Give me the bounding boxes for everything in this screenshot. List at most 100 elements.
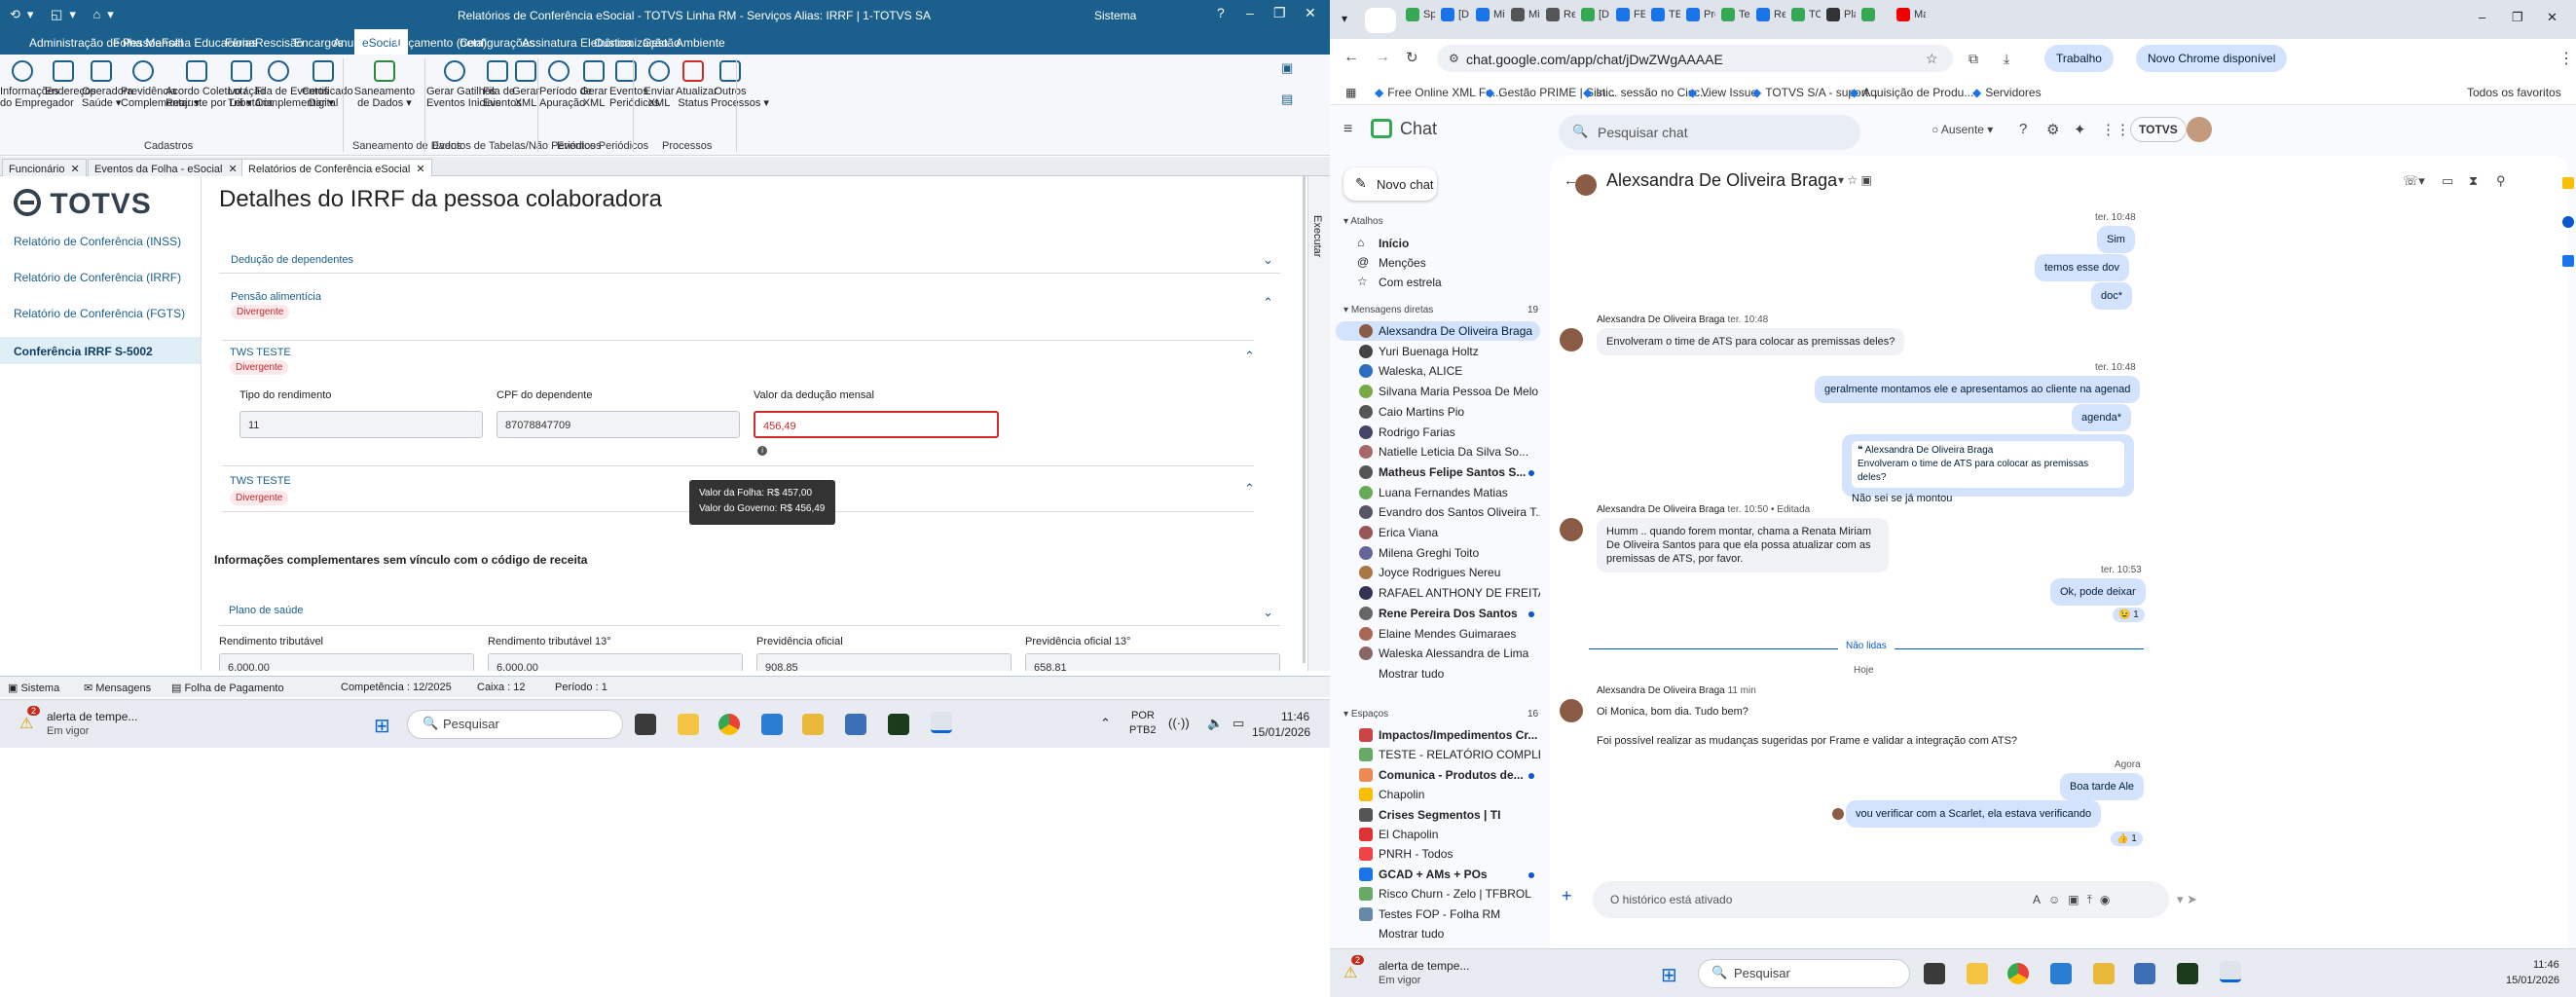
browser-tab-0[interactable]: Sp xyxy=(1406,8,1435,33)
outgoing-message[interactable]: doc* xyxy=(2091,282,2133,310)
weather-icon[interactable]: ⚠ xyxy=(19,714,33,733)
space-item-3[interactable]: Chapolin xyxy=(1336,785,1540,804)
space-item-9[interactable]: Testes FOP - Folha RM xyxy=(1336,905,1540,924)
ribbon-button-16[interactable]: Atualizar Status xyxy=(676,55,718,109)
composer-tools-icons[interactable]: A☺▣⤒◉ xyxy=(2033,893,2117,907)
ribbon-button-1[interactable]: Endereços xyxy=(45,55,96,97)
ribbon-button-2[interactable]: Operadora Saúde ▾ xyxy=(82,55,133,109)
taskbar-search[interactable]: Pesquisar xyxy=(1698,959,1910,988)
ribbon-button-0[interactable]: Informações do Empregador xyxy=(0,55,74,109)
space-item-7[interactable]: GCAD + AMs + POs xyxy=(1336,865,1540,884)
nav-irrf-s5002[interactable]: Conferência IRRF S-5002 xyxy=(0,337,201,364)
browser-tab-2[interactable]: Mi xyxy=(1476,8,1505,33)
dm-item-11[interactable]: Milena Greghi Toito xyxy=(1336,543,1540,563)
taskview-icon[interactable] xyxy=(635,714,656,735)
ribbon-button-13[interactable]: Gerar XML xyxy=(578,55,609,109)
maximize-icon[interactable]: ❐ xyxy=(1273,5,1286,21)
ribbon-button-10[interactable]: Fila de Eventos xyxy=(483,55,522,109)
dm-item-15[interactable]: Elaine Mendes Guimaraes xyxy=(1336,624,1540,644)
hamburger-icon[interactable]: ≡ xyxy=(1343,121,1352,138)
add-icon[interactable]: + xyxy=(1562,886,1572,906)
reaction-chip[interactable]: 👍 1 xyxy=(2111,831,2143,846)
dm-item-6[interactable]: Natielle Leticia Da Silva So... xyxy=(1336,442,1540,462)
browser-tab-14[interactable]: Ma xyxy=(1896,8,1926,33)
bookmark-5[interactable]: ◆ Aquisição de Produ... xyxy=(1850,86,1973,99)
app-icon[interactable] xyxy=(2093,963,2115,984)
bookmark-6[interactable]: ◆ Servidores xyxy=(1972,86,2042,99)
weather-title[interactable]: alerta de tempe... xyxy=(1379,959,1469,973)
browser-tab-6[interactable]: FE xyxy=(1616,8,1645,33)
avatar[interactable] xyxy=(2187,117,2212,142)
outgoing-message[interactable]: Ok, pode deixar xyxy=(2050,578,2146,606)
accordion-deducao[interactable]: Dedução de dependentes ⌄ xyxy=(219,252,1280,274)
send-icon[interactable]: ▾ ➤ xyxy=(2177,892,2197,907)
ribbon-button-5[interactable]: Lotação Tributária xyxy=(228,55,273,109)
keep-icon[interactable] xyxy=(2562,177,2574,189)
terminal-icon[interactable] xyxy=(888,714,909,735)
title-dropdown-icon[interactable]: ▾ ☆ ▣ xyxy=(1838,173,1872,187)
ribbon-button-7[interactable]: Certificado Digital xyxy=(302,55,353,109)
chevron-up-icon[interactable]: ⌃ xyxy=(1244,481,1255,497)
browser-tab-1[interactable]: [D xyxy=(1441,8,1470,33)
download-icon[interactable]: ⤓ xyxy=(2004,51,2009,67)
scrollbar[interactable] xyxy=(1303,176,1306,663)
app-icon[interactable] xyxy=(2050,963,2072,984)
contacts-icon[interactable] xyxy=(2562,255,2574,267)
forward-icon[interactable]: → xyxy=(1375,49,1390,66)
conversation-title[interactable]: Alexsandra De Oliveira Braga xyxy=(1606,170,1837,191)
reload-icon[interactable]: ↻ xyxy=(1406,49,1418,66)
status-mensagens[interactable]: ✉ Mensagens xyxy=(84,682,151,694)
browser-tab-12[interactable]: Pla xyxy=(1826,8,1856,33)
explorer-icon[interactable] xyxy=(678,714,699,735)
active-chat-tab[interactable] xyxy=(1365,8,1396,33)
chrome-icon[interactable] xyxy=(718,714,740,735)
shortcut-2[interactable]: ☆ Com estrela xyxy=(1336,273,1540,292)
space-item-0[interactable]: Impactos/Impedimentos Cr... xyxy=(1336,725,1540,745)
minimize-icon[interactable]: – xyxy=(1246,5,1254,20)
browser-tab-11[interactable]: TO xyxy=(1791,8,1821,33)
browser-tab-9[interactable]: Ter xyxy=(1721,8,1750,33)
back-icon[interactable]: ← xyxy=(1343,49,1359,66)
outgoing-message[interactable]: temos esse dov xyxy=(2035,254,2130,281)
outgoing-message[interactable]: geralmente montamos ele e apresentamos a… xyxy=(1815,376,2141,403)
executar-tab[interactable]: Executar xyxy=(1311,215,1323,257)
chevron-up-icon[interactable]: ⌃ xyxy=(1263,295,1273,311)
dm-item-8[interactable]: Luana Fernandes Matias xyxy=(1336,483,1540,502)
taskview-icon[interactable] xyxy=(1924,963,1945,984)
dm-item-4[interactable]: Caio Martins Pio xyxy=(1336,402,1540,422)
cpf-field[interactable]: 87078847709 xyxy=(497,411,740,438)
lang-layout[interactable]: PTB2 xyxy=(1129,724,1157,736)
browser-tab-13[interactable] xyxy=(1861,8,1891,33)
extensions-icon[interactable]: ⧉ xyxy=(1969,51,1978,67)
dm-item-9[interactable]: Evandro dos Santos Oliveira T... xyxy=(1336,502,1540,522)
tab-close-icon[interactable]: ✕ xyxy=(228,164,237,175)
prev13-field[interactable]: 658,81 xyxy=(1025,653,1280,671)
app-icon[interactable] xyxy=(2134,963,2155,984)
ribbon-button-6[interactable]: Fila de Eventos Complementar ▾ xyxy=(255,55,334,109)
nav-inss[interactable]: Relatório de Conferência (INSS) xyxy=(14,235,181,248)
volume-icon[interactable]: 🔈 xyxy=(1207,716,1223,731)
tasks-icon[interactable]: ⧗ xyxy=(2469,173,2478,189)
dm-item-16[interactable]: Waleska Alessandra de Lima xyxy=(1336,644,1540,663)
ribbon-extra-icon[interactable]: ▣ xyxy=(1281,60,1293,76)
incoming-message[interactable]: Oi Monica, bom dia. Tudo bem? xyxy=(1597,698,1758,725)
menu-12[interactable]: Gestão xyxy=(643,36,681,50)
reaction-chip[interactable]: 😉 1 xyxy=(2113,608,2145,622)
dm-item-10[interactable]: Erica Viana xyxy=(1336,523,1540,542)
clock-time[interactable]: 11:46 xyxy=(1281,710,1309,723)
accordion-pensao[interactable]: Pensão alimentícia Divergente ⌃ xyxy=(219,291,1280,320)
profile-button[interactable]: Trabalho xyxy=(2044,45,2114,72)
battery-icon[interactable]: ▭ xyxy=(1233,716,1244,731)
status-folha[interactable]: ▤ Folha de Pagamento xyxy=(171,682,284,694)
folder-icon[interactable]: ▭ xyxy=(2442,173,2453,189)
clock-time[interactable]: 11:46 xyxy=(2533,959,2559,971)
tipo-field[interactable]: 11 xyxy=(239,411,483,438)
incoming-message[interactable]: Envolveram o time de ATS para colocar as… xyxy=(1597,328,1905,355)
show-all-spaces[interactable]: Mostrar tudo xyxy=(1336,924,1540,943)
outgoing-message[interactable]: agenda* xyxy=(2072,404,2131,431)
nav-fgts[interactable]: Relatório de Conferência (FGTS) xyxy=(14,307,185,320)
show-all-dms[interactable]: Mostrar tudo xyxy=(1336,664,1540,683)
all-bookmarks[interactable]: Todos os favoritos xyxy=(2467,86,2561,99)
close-icon[interactable]: ✕ xyxy=(1305,5,1316,21)
chevron-up-icon[interactable]: ⌃ xyxy=(1244,349,1255,364)
